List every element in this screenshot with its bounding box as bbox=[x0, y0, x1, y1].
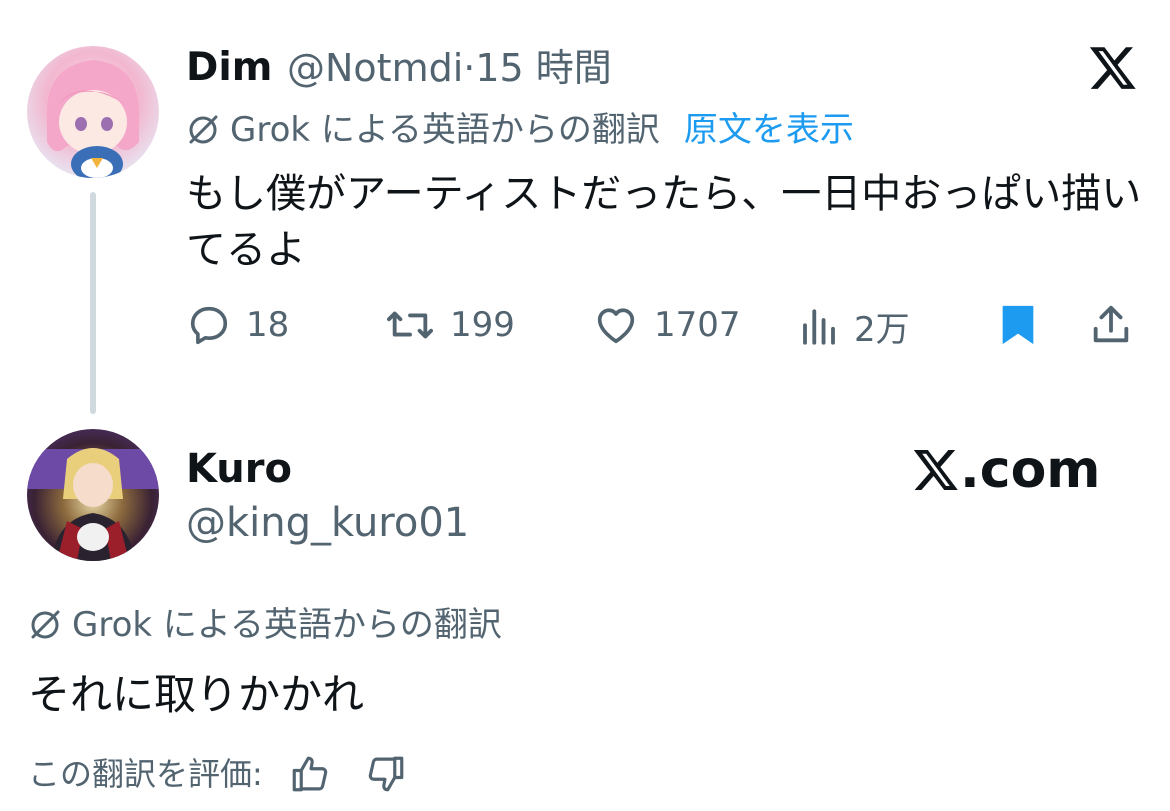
bookmark-button[interactable] bbox=[998, 302, 1052, 348]
tweet-time[interactable]: 15 時間 bbox=[475, 46, 611, 90]
thumbs-down-icon[interactable] bbox=[365, 753, 407, 795]
share-icon bbox=[1093, 305, 1129, 343]
avatar-illustration bbox=[46, 60, 139, 178]
domain-suffix: .com bbox=[960, 440, 1101, 500]
avatar-illustration bbox=[27, 448, 159, 561]
author-handle-time[interactable]: @Notmdi·15 時間 bbox=[287, 45, 612, 91]
tweet-text: それに取りかかれ bbox=[28, 670, 365, 719]
x-logo-icon bbox=[913, 450, 958, 490]
views-button[interactable]: 2万 bbox=[798, 302, 910, 351]
like-button[interactable]: 1707 bbox=[592, 302, 741, 348]
author-handle[interactable]: @Notmdi bbox=[287, 46, 463, 90]
like-count: 1707 bbox=[654, 305, 741, 345]
translation-label: Grok による英語からの翻訳 bbox=[230, 110, 660, 150]
grok-icon bbox=[189, 115, 218, 144]
reply-icon bbox=[190, 306, 228, 345]
views-icon bbox=[803, 308, 835, 345]
author-name[interactable]: Dim bbox=[186, 45, 272, 91]
reply-button[interactable]: 18 bbox=[186, 302, 289, 348]
tweet-text: もし僕がアーティストだったら、一日中おっぱい描いてるよ bbox=[186, 171, 1142, 273]
views-count: 2万 bbox=[854, 310, 910, 350]
rate-translation-label: この翻訳を評価: bbox=[28, 755, 263, 793]
retweet-icon bbox=[386, 311, 433, 339]
thread-connector-line bbox=[90, 192, 96, 414]
grok-icon bbox=[31, 610, 60, 639]
bookmark-filled-icon bbox=[1002, 305, 1034, 345]
thumbs-up-icon[interactable] bbox=[289, 753, 331, 795]
show-original-link[interactable]: 原文を表示 bbox=[684, 108, 854, 152]
separator: · bbox=[463, 46, 476, 90]
translation-label: Grok による英語からの翻訳 bbox=[72, 605, 502, 645]
heart-icon bbox=[597, 308, 635, 344]
tweet-actions: 18 199 1707 2万 bbox=[186, 302, 1136, 354]
retweet-count: 199 bbox=[450, 305, 515, 345]
reply-count: 18 bbox=[246, 305, 290, 345]
avatar-kuro[interactable] bbox=[27, 429, 159, 561]
rate-translation: この翻訳を評価: bbox=[28, 752, 407, 796]
translation-info: Grok による英語からの翻訳 bbox=[28, 603, 502, 647]
author-name[interactable]: Kuro bbox=[186, 446, 292, 492]
avatar-dim[interactable] bbox=[27, 46, 159, 178]
translation-info: Grok による英語からの翻訳 原文を表示 bbox=[186, 108, 854, 152]
x-logo-icon bbox=[1089, 47, 1136, 89]
share-button[interactable] bbox=[1088, 302, 1148, 348]
x-com-watermark: .com bbox=[912, 440, 1101, 500]
author-handle[interactable]: @king_kuro01 bbox=[186, 500, 469, 546]
retweet-button[interactable]: 199 bbox=[384, 302, 515, 348]
